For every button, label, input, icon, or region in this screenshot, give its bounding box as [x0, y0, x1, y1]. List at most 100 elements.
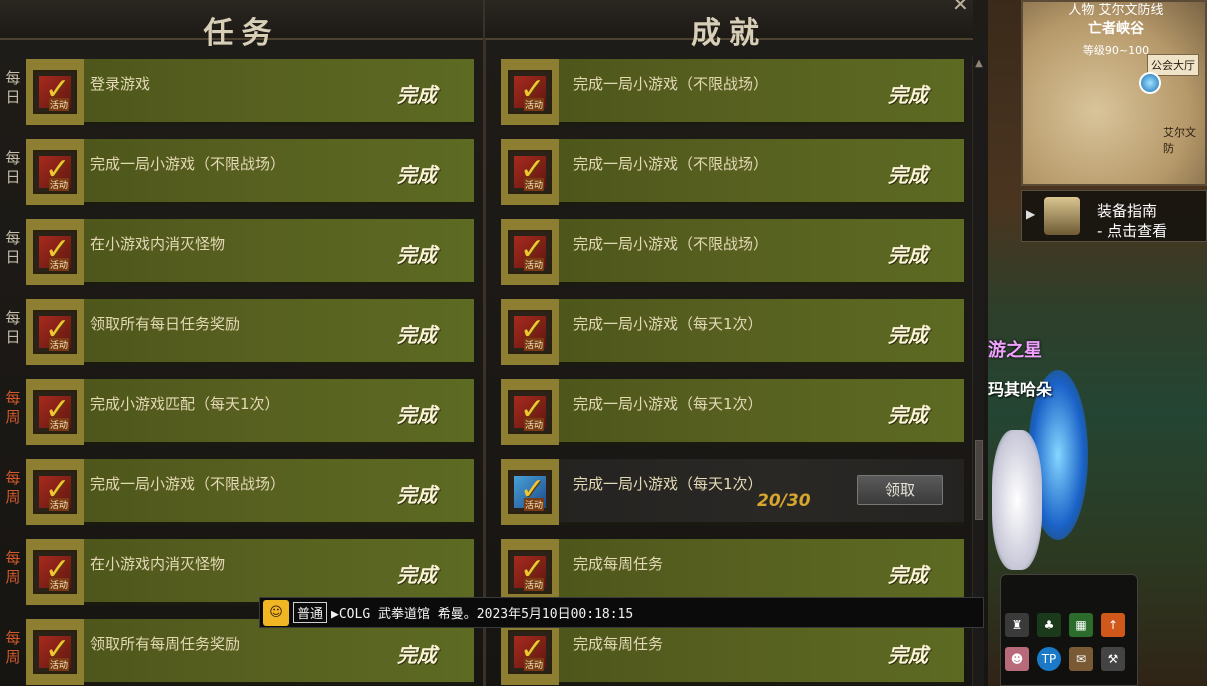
icon-tag: 活动	[524, 178, 545, 191]
guide-title: 装备指南	[1097, 202, 1158, 220]
minimap-place: 人物 艾尔文防线	[1068, 3, 1164, 18]
achievement-row[interactable]: ✓ 活动 完成一局小游戏（每天1次） 完成	[501, 299, 965, 367]
achievement-row[interactable]: ✓ 活动 完成一局小游戏（不限战场） 完成	[501, 59, 965, 127]
complete-label: 完成	[888, 643, 928, 667]
icon-tag: 活动	[49, 98, 70, 111]
icon-tag: 活动	[524, 578, 545, 591]
mission-badge-icon: ✓ 活动	[508, 310, 552, 354]
equipment-guide-button[interactable]: ▶ 装备指南 - 点击查看	[1021, 190, 1207, 242]
mission-badge-icon: ✓ 活动	[33, 630, 77, 674]
quest-row[interactable]: 每日 ✓ 活动 登录游戏 完成	[0, 59, 475, 127]
quest-title: 领取所有每周任务奖励	[90, 635, 241, 653]
icon-tag: 活动	[49, 418, 70, 431]
minimap-town-label: 艾尔文防	[1163, 126, 1196, 155]
guide-subtitle: - 点击查看	[1097, 222, 1168, 240]
achievement-title: 完成每周任务	[573, 635, 664, 653]
close-icon[interactable]: ✕	[952, 0, 969, 16]
menu-sprout-icon[interactable]: ♣	[1037, 613, 1061, 637]
chat-emote-icon[interactable]: ☺	[263, 599, 289, 626]
menu-upgrade-icon[interactable]: ↑	[1101, 613, 1125, 637]
quest-frequency: 每周	[5, 389, 21, 426]
achievement-row[interactable]: ✓ 活动 完成一局小游戏（每天1次） 完成	[501, 379, 965, 447]
menu-map-icon[interactable]: ✉	[1069, 647, 1093, 671]
icon-tag: 活动	[524, 98, 545, 111]
menu-book-icon[interactable]: ▦	[1069, 613, 1093, 637]
minimap-zone: 亡者峡谷	[1088, 21, 1144, 37]
expand-arrow-icon[interactable]: ▶	[1026, 207, 1035, 221]
achievement-scrollbar[interactable]: ▲	[972, 56, 984, 686]
quest-row[interactable]: 每日 ✓ 活动 在小游戏内消灭怪物 完成	[0, 219, 475, 287]
quest-frequency: 每日	[5, 309, 21, 346]
icon-tag: 活动	[49, 578, 70, 591]
quests-title: 任务	[203, 16, 280, 51]
mission-badge-icon: ✓ 活动	[33, 70, 77, 114]
white-creature	[992, 430, 1042, 570]
complete-label: 完成	[397, 643, 437, 667]
mission-badge-icon: ✓ 活动	[33, 310, 77, 354]
quest-title: 登录游戏	[90, 75, 151, 93]
mission-icon: ✓ 活动	[501, 139, 559, 205]
game-view: 人物 艾尔文防线 亡者峡谷 等级90~100 公会大厅 艾尔文防 ▶ 装备指南 …	[988, 0, 1207, 686]
icon-tag: 活动	[49, 498, 70, 511]
achievement-progress: 20/30	[757, 491, 811, 511]
mission-icon: ✓ 活动	[26, 619, 84, 685]
tp-icon[interactable]: TP	[1037, 647, 1061, 671]
scroll-thumb[interactable]	[975, 440, 983, 520]
mission-badge-icon: ✓ 活动	[508, 230, 552, 274]
mission-icon: ✓ 活动	[501, 59, 559, 125]
achievement-title: 完成一局小游戏（每天1次）	[573, 395, 763, 413]
claim-button[interactable]: 领取	[857, 475, 943, 505]
character-name[interactable]: 玛其哈朵	[988, 376, 1052, 400]
quest-row[interactable]: 每周 ✓ 活动 领取所有每周任务奖励 完成	[0, 619, 475, 686]
minimap[interactable]: 人物 艾尔文防线 亡者峡谷 等级90~100 公会大厅 艾尔文防	[1021, 0, 1207, 186]
quest-row[interactable]: 每日 ✓ 活动 领取所有每日任务奖励 完成	[0, 299, 475, 367]
achievement-row[interactable]: ✓ 活动 完成一局小游戏（每天1次） 20/30 领取	[501, 459, 965, 527]
achievement-title: 完成一局小游戏（每天1次）	[573, 315, 763, 333]
quest-frequency: 每日	[5, 149, 21, 186]
achievement-title: 完成一局小游戏（不限战场）	[573, 75, 769, 93]
achievement-row[interactable]: ✓ 活动 完成一局小游戏（不限战场） 完成	[501, 219, 965, 287]
chat-channel[interactable]: 普通	[293, 602, 328, 623]
achievement-row[interactable]: ✓ 活动 完成每周任务 完成	[501, 619, 965, 686]
icon-tag: 活动	[524, 258, 545, 271]
mission-badge-icon: ✓ 活动	[508, 470, 552, 514]
mission-icon: ✓ 活动	[501, 299, 559, 365]
menu-tool-icon[interactable]: ⚒	[1101, 647, 1125, 671]
complete-label: 完成	[397, 483, 437, 507]
mission-icon: ✓ 活动	[26, 59, 84, 125]
icon-tag: 活动	[49, 178, 70, 191]
complete-label: 完成	[397, 163, 437, 187]
mission-icon: ✓ 活动	[26, 379, 84, 445]
mission-icon: ✓ 活动	[26, 139, 84, 205]
mission-badge-icon: ✓ 活动	[508, 150, 552, 194]
quest-title: 领取所有每日任务奖励	[90, 315, 241, 333]
complete-label: 完成	[888, 83, 928, 107]
mission-badge-icon: ✓ 活动	[33, 390, 77, 434]
menu-char-icon[interactable]: ♜	[1005, 613, 1029, 637]
quest-row[interactable]: 每周 ✓ 活动 完成一局小游戏（不限战场） 完成	[0, 459, 475, 527]
complete-label: 完成	[888, 323, 928, 347]
mission-badge-icon: ✓ 活动	[33, 150, 77, 194]
quest-title: 完成小游戏匹配（每天1次）	[90, 395, 280, 413]
quest-row[interactable]: 每周 ✓ 活动 完成小游戏匹配（每天1次） 完成	[0, 379, 475, 447]
scroll-up-icon[interactable]: ▲	[973, 58, 985, 70]
quest-frequency: 每日	[5, 229, 21, 266]
complete-label: 完成	[397, 323, 437, 347]
achievements-header: 成就	[485, 0, 973, 51]
icon-tag: 活动	[524, 338, 545, 351]
mission-icon: ✓ 活动	[501, 219, 559, 285]
icon-tag: 活动	[524, 498, 545, 511]
quest-row[interactable]: 每日 ✓ 活动 完成一局小游戏（不限战场） 完成	[0, 139, 475, 207]
menu-avatar-icon[interactable]: ☻	[1005, 647, 1029, 671]
achievements-title: 成就	[691, 16, 767, 51]
mission-icon: ✓ 活动	[501, 539, 559, 605]
mission-icon: ✓ 活动	[26, 459, 84, 525]
mission-badge-icon: ✓ 活动	[508, 550, 552, 594]
mission-icon: ✓ 活动	[26, 219, 84, 285]
chat-bar[interactable]: ☺ 普通 ▶COLG 武拳道馆 希曼。2023年5月10日00:18:15	[259, 597, 984, 628]
quest-title: 完成一局小游戏（不限战场）	[90, 475, 286, 493]
mission-badge-icon: ✓ 活动	[508, 390, 552, 434]
quest-achievement-panel: 任务 成就 ✕ 每日 ✓ 活动 登录游戏 完成 每日 ✓ 活动 完成一局小游戏（不限战场） 完成每…	[0, 0, 988, 686]
achievement-row[interactable]: ✓ 活动 完成一局小游戏（不限战场） 完成	[501, 139, 965, 207]
achievement-title: 完成每周任务	[573, 555, 664, 573]
